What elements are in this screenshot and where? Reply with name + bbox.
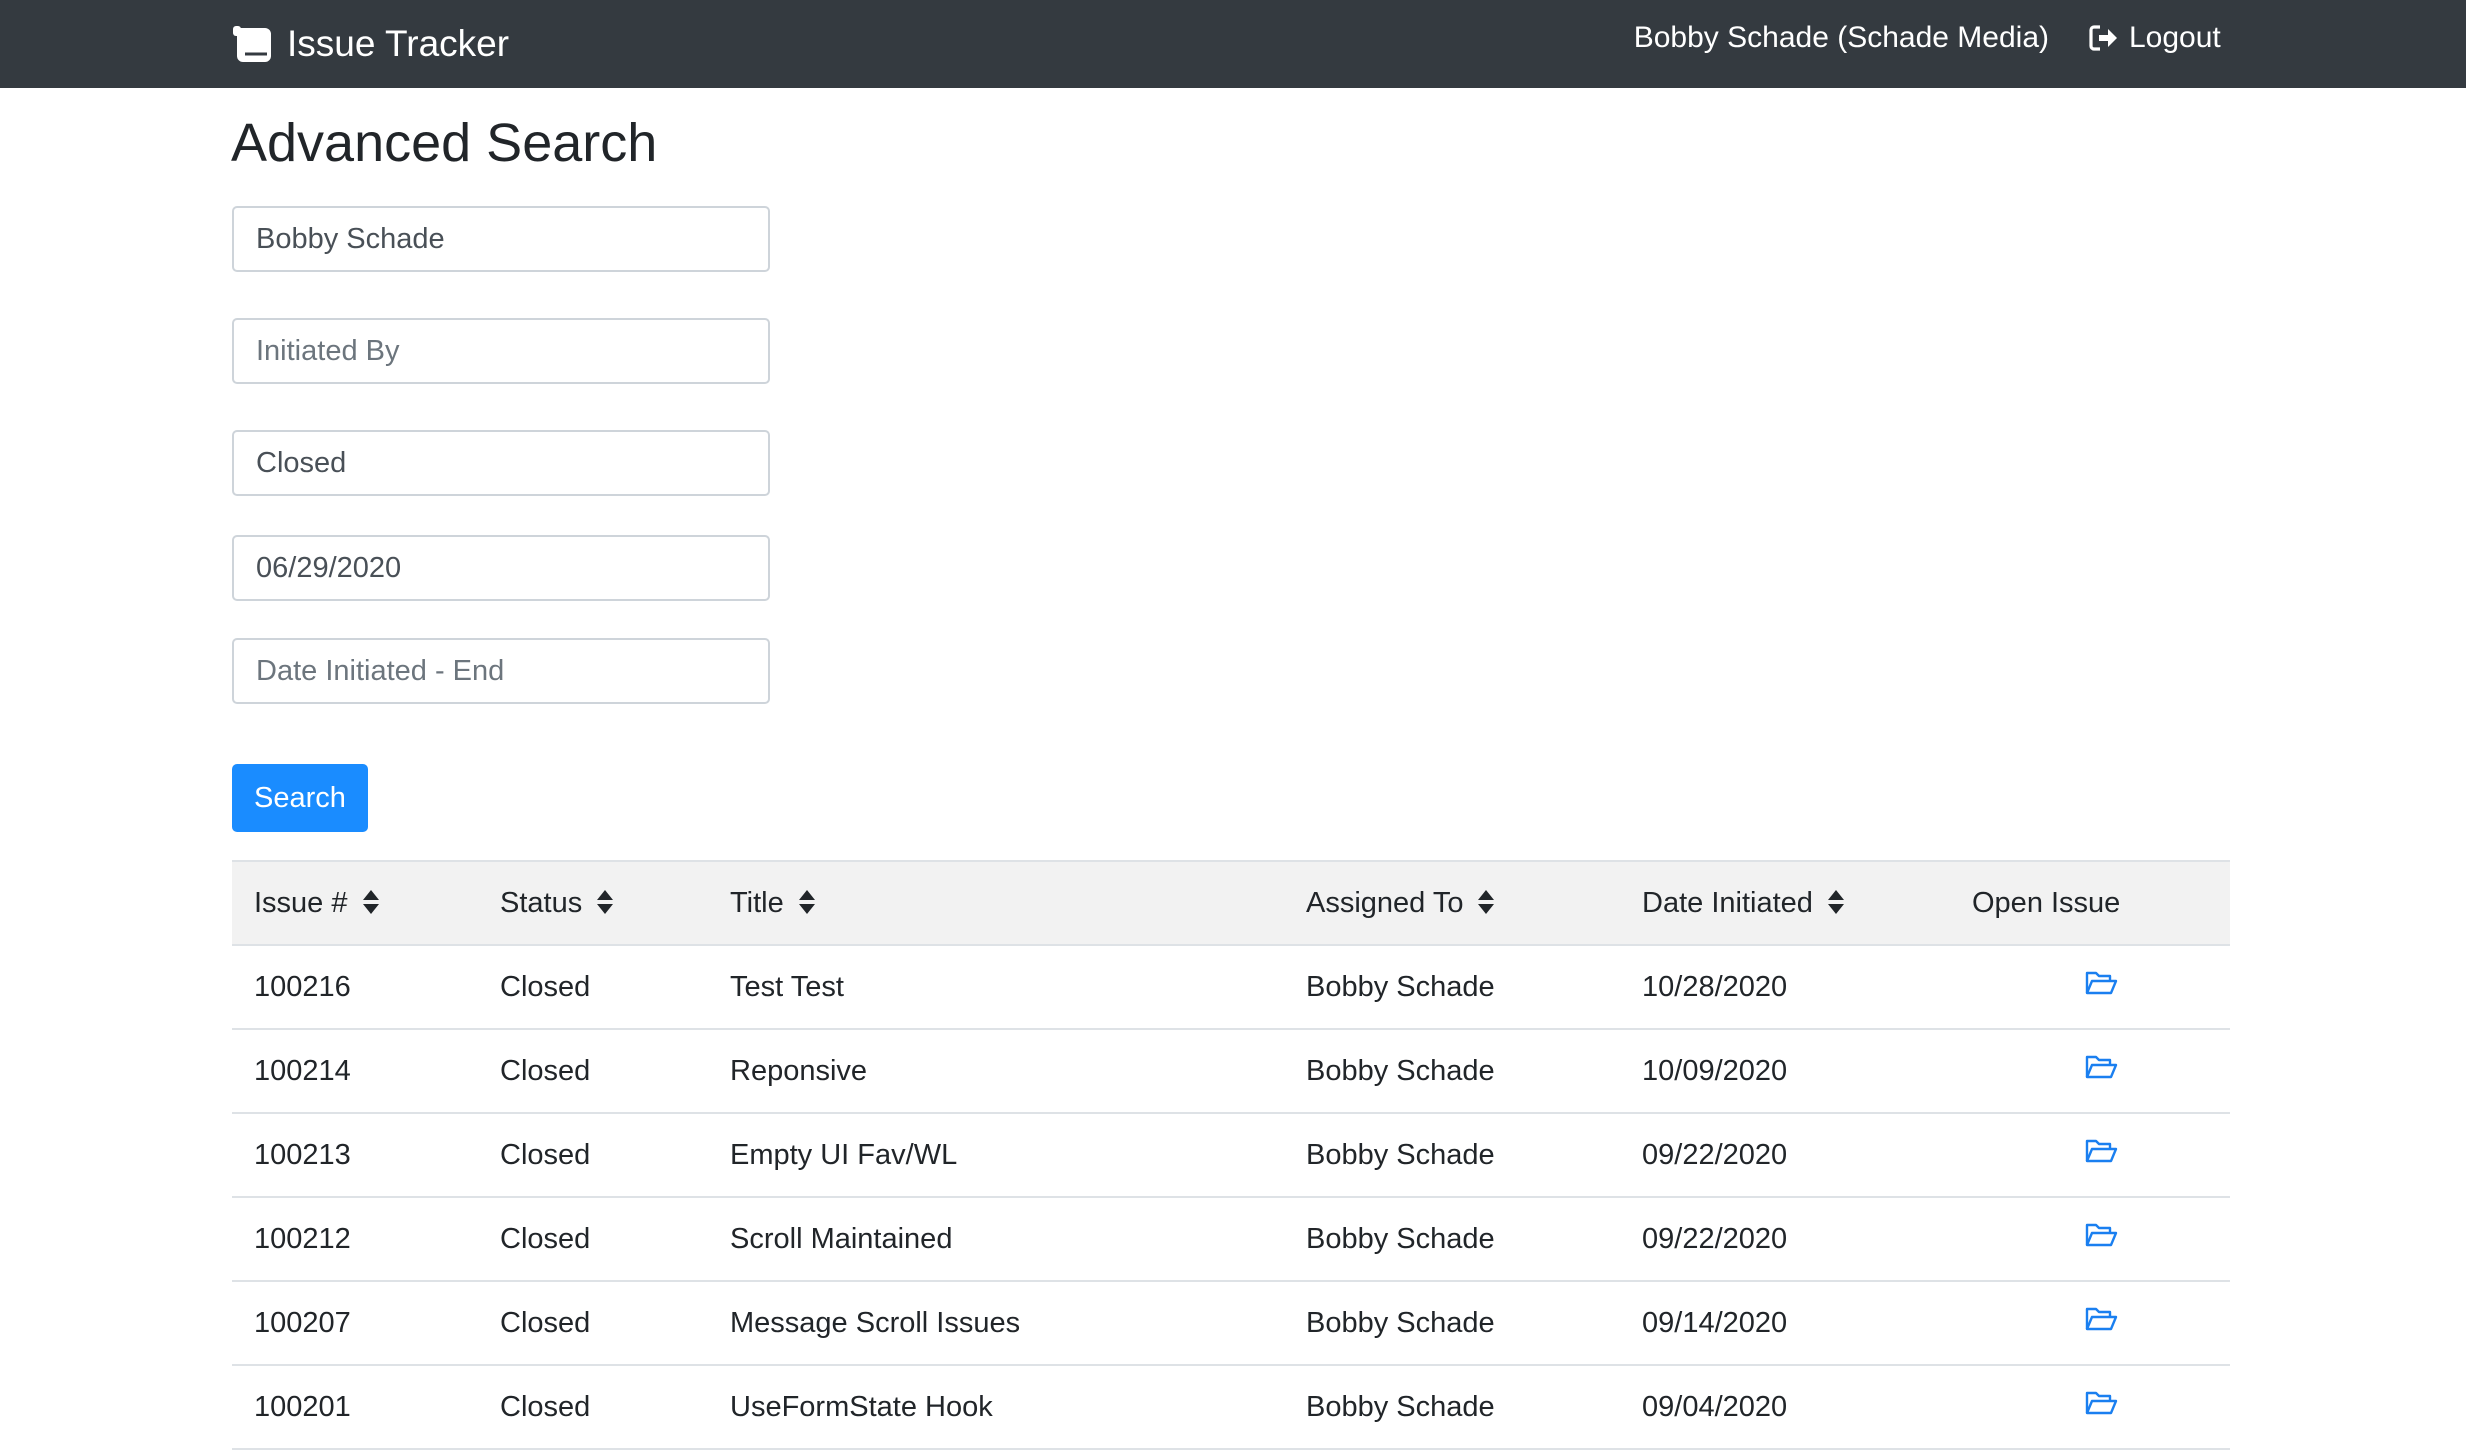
folder-open-icon[interactable] <box>2084 1306 2118 1332</box>
table-header-row: Issue # Status Title Assigned To Date In… <box>232 860 2230 946</box>
issue-assigned-to: Bobby Schade <box>1284 1197 1620 1282</box>
column-header-status[interactable]: Status <box>478 860 708 946</box>
issue-title: Scroll Maintained <box>708 1197 1284 1282</box>
issue-status: Closed <box>478 1281 708 1366</box>
folder-open-icon[interactable] <box>2084 970 2118 996</box>
issue-date: 09/14/2020 <box>1620 1281 1972 1366</box>
column-header-title[interactable]: Title <box>708 860 1284 946</box>
logout-link[interactable]: Logout <box>2089 0 2221 76</box>
table-row: 100207 Closed Message Scroll Issues Bobb… <box>232 1281 2230 1366</box>
folder-open-icon[interactable] <box>2084 1390 2118 1416</box>
date-initiated-end-input[interactable] <box>232 638 770 704</box>
assigned-to-input[interactable] <box>232 206 770 272</box>
open-issue-cell <box>1972 945 2230 1030</box>
brand-link[interactable]: Issue Tracker <box>231 0 509 88</box>
folder-open-icon[interactable] <box>2084 1222 2118 1248</box>
issue-title: Reponsive <box>708 1029 1284 1114</box>
issue-title: UseFormState Hook <box>708 1365 1284 1450</box>
column-header-issue-number[interactable]: Issue # <box>232 860 478 946</box>
results-table: Issue # Status Title Assigned To Date In… <box>232 860 2230 1450</box>
issue-date: 09/22/2020 <box>1620 1113 1972 1198</box>
issue-assigned-to: Bobby Schade <box>1284 1281 1620 1366</box>
open-issue-cell <box>1972 1029 2230 1114</box>
issue-status: Closed <box>478 1029 708 1114</box>
issue-date: 09/22/2020 <box>1620 1197 1972 1282</box>
issue-status: Closed <box>478 1197 708 1282</box>
issue-status: Closed <box>478 1365 708 1450</box>
open-issue-cell <box>1972 1365 2230 1450</box>
issue-number: 100207 <box>232 1281 478 1366</box>
issue-number: 100201 <box>232 1365 478 1450</box>
sort-icon[interactable] <box>596 889 614 915</box>
issue-number: 100214 <box>232 1029 478 1114</box>
issue-number: 100213 <box>232 1113 478 1198</box>
column-label: Issue # <box>254 886 348 919</box>
issue-title: Message Scroll Issues <box>708 1281 1284 1366</box>
sort-icon[interactable] <box>1477 889 1495 915</box>
issue-status: Closed <box>478 945 708 1030</box>
issue-assigned-to: Bobby Schade <box>1284 945 1620 1030</box>
brand-title: Issue Tracker <box>287 23 510 64</box>
column-header-assigned-to[interactable]: Assigned To <box>1284 860 1620 946</box>
navbar: Issue Tracker Bobby Schade (Schade Media… <box>0 0 2466 88</box>
column-label: Assigned To <box>1306 886 1464 919</box>
folder-open-icon[interactable] <box>2084 1054 2118 1080</box>
column-header-open-issue: Open Issue <box>1972 860 2230 946</box>
logout-label: Logout <box>2129 21 2221 54</box>
current-user: Bobby Schade (Schade Media) <box>1633 21 2049 54</box>
column-header-date-initiated[interactable]: Date Initiated <box>1620 860 1972 946</box>
sort-icon[interactable] <box>798 889 816 915</box>
column-label: Open Issue <box>1972 886 2121 919</box>
column-label: Title <box>730 886 784 919</box>
search-button[interactable]: Search <box>232 764 368 832</box>
table-row: 100212 Closed Scroll Maintained Bobby Sc… <box>232 1197 2230 1282</box>
table-row: 100213 Closed Empty UI Fav/WL Bobby Scha… <box>232 1113 2230 1198</box>
folder-open-icon[interactable] <box>2084 1138 2118 1164</box>
open-issue-cell <box>1972 1281 2230 1366</box>
date-initiated-start-input[interactable] <box>232 535 770 601</box>
issue-date: 09/04/2020 <box>1620 1365 1972 1450</box>
status-input[interactable] <box>232 430 770 496</box>
scroll-icon <box>231 24 275 64</box>
issue-number: 100216 <box>232 945 478 1030</box>
issue-title: Test Test <box>708 945 1284 1030</box>
column-label: Status <box>500 886 583 919</box>
open-issue-cell <box>1972 1197 2230 1282</box>
table-row: 100216 Closed Test Test Bobby Schade 10/… <box>232 945 2230 1030</box>
sort-icon[interactable] <box>362 889 380 915</box>
page-title: Advanced Search <box>231 113 658 173</box>
issue-status: Closed <box>478 1113 708 1198</box>
sign-out-icon <box>2089 24 2119 52</box>
issue-assigned-to: Bobby Schade <box>1284 1365 1620 1450</box>
sort-icon[interactable] <box>1827 889 1845 915</box>
table-row: 100201 Closed UseFormState Hook Bobby Sc… <box>232 1365 2230 1450</box>
table-row: 100214 Closed Reponsive Bobby Schade 10/… <box>232 1029 2230 1114</box>
issue-assigned-to: Bobby Schade <box>1284 1029 1620 1114</box>
issue-date: 10/09/2020 <box>1620 1029 1972 1114</box>
issue-number: 100212 <box>232 1197 478 1282</box>
issue-date: 10/28/2020 <box>1620 945 1972 1030</box>
initiated-by-input[interactable] <box>232 318 770 384</box>
issue-title: Empty UI Fav/WL <box>708 1113 1284 1198</box>
issue-assigned-to: Bobby Schade <box>1284 1113 1620 1198</box>
column-label: Date Initiated <box>1642 886 1813 919</box>
open-issue-cell <box>1972 1113 2230 1198</box>
